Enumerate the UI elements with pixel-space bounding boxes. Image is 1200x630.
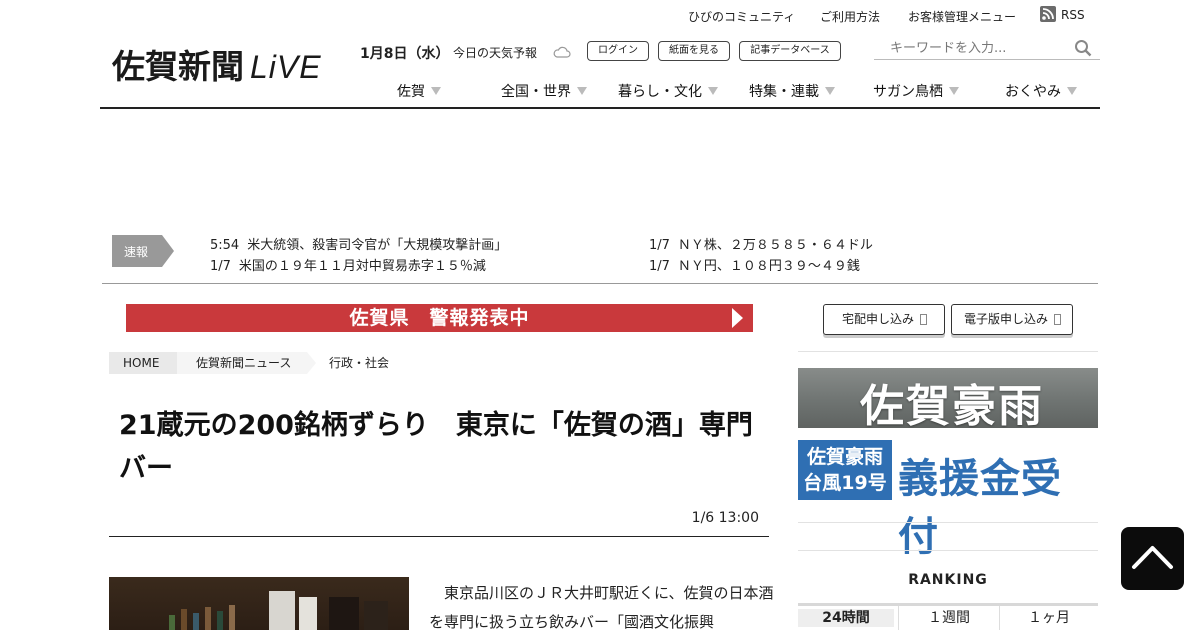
nav-label: 佐賀: [397, 84, 425, 100]
utility-link-community[interactable]: ひびのコミュニティ: [688, 8, 795, 25]
search-box: [874, 36, 1100, 60]
view-paper-button[interactable]: 紙面を見る: [658, 41, 730, 61]
news-text: ＮＹ円、１０８円３９～４９銭: [677, 259, 860, 274]
external-icon: [920, 314, 927, 325]
news-time: 5:54: [210, 238, 240, 253]
logo-text-live: LiVE: [250, 49, 322, 85]
alert-text: 佐賀県 警報発表中: [349, 307, 530, 329]
site-logo[interactable]: 佐賀新聞 LiVE: [112, 44, 322, 86]
headline-divider: [109, 536, 769, 537]
saga-heavy-rain-banner[interactable]: 佐賀豪雨: [798, 368, 1098, 428]
nav-divider: [100, 107, 1100, 109]
news-text: 米国の１９年１１月対中貿易赤字１５％減: [238, 259, 486, 274]
chevron-down-icon: [825, 87, 835, 95]
nav-item-world[interactable]: 全国・世界: [501, 81, 587, 101]
breaking-news-item[interactable]: 1/7 米国の１９年１１月対中貿易赤字１５％減: [210, 255, 486, 274]
nav-item-sagan-tosu[interactable]: サガン鳥栖: [873, 81, 959, 101]
chevron-down-icon: [577, 87, 587, 95]
donation-banner-text: 義援金受付: [898, 455, 1062, 560]
chevron-down-icon: [431, 87, 441, 95]
breaking-news-item[interactable]: 1/7 ＮＹ株、２万８５８５・６４ドル: [649, 234, 873, 253]
news-text: ＮＹ株、２万８５８５・６４ドル: [677, 238, 873, 253]
digital-subscribe-label: 電子版申し込み: [964, 312, 1049, 326]
breadcrumb-current: 行政・社会: [329, 356, 390, 370]
arrow-right-icon: [732, 308, 743, 328]
sidebar-divider: [798, 522, 1098, 523]
news-time: 1/7: [649, 259, 670, 274]
article-database-button[interactable]: 記事データベース: [739, 41, 841, 61]
news-time: 1/7: [210, 259, 231, 274]
sidebar-divider: [798, 351, 1098, 352]
current-date: 1月8日（水）: [360, 46, 450, 62]
nav-label: 全国・世界: [501, 84, 571, 100]
article-date: 1/6 13:00: [691, 510, 759, 526]
back-to-top-button[interactable]: [1121, 527, 1184, 590]
weather-link[interactable]: 今日の天気予報: [453, 44, 537, 61]
nav-item-culture[interactable]: 暮らし・文化: [618, 81, 718, 101]
external-icon: [1054, 314, 1061, 325]
nav-item-saga[interactable]: 佐賀: [397, 81, 441, 101]
nav-item-obituary[interactable]: おくやみ: [1005, 81, 1077, 101]
article-photo[interactable]: [109, 577, 409, 630]
breadcrumb-home[interactable]: HOME: [109, 352, 177, 374]
donation-label-line: 佐賀豪雨: [806, 446, 883, 468]
article-body: 東京品川区のＪＲ大井町駅近くに、佐賀の日本酒を専門に扱う立ち飲みバー「國酒文化振…: [429, 584, 774, 630]
weather-alert-banner[interactable]: 佐賀県 警報発表中: [126, 304, 753, 332]
banner-rain-text: 佐賀豪雨: [860, 381, 1044, 428]
ranking-divider: [798, 603, 1098, 606]
donation-label-line: 台風19号: [803, 472, 887, 494]
utility-link-account[interactable]: お客様管理メニュー: [908, 8, 1016, 25]
breaking-news-item[interactable]: 5:54 米大統領、殺害司令官が「大規模攻撃計画」: [210, 234, 507, 253]
tab-ranking-week[interactable]: １週間: [899, 609, 999, 627]
chevron-up-icon: [1132, 546, 1173, 569]
cloud-icon: [553, 44, 571, 58]
ranking-title: RANKING: [908, 572, 988, 588]
logo-text-jp: 佐賀新聞: [112, 47, 244, 86]
news-time: 1/7: [649, 238, 670, 253]
nav-label: サガン鳥栖: [873, 84, 943, 100]
sidebar-divider: [798, 550, 1098, 551]
utility-link-howto[interactable]: ご利用方法: [820, 8, 880, 25]
nav-label: 暮らし・文化: [618, 84, 702, 100]
login-button[interactable]: ログイン: [587, 41, 649, 61]
search-icon[interactable]: [1074, 39, 1092, 57]
breadcrumb-separator: [307, 352, 316, 374]
donation-banner-label-box: 佐賀豪雨 台風19号: [798, 440, 892, 500]
delivery-subscribe-button[interactable]: 宅配申し込み: [823, 304, 945, 335]
chevron-down-icon: [1067, 87, 1077, 95]
rss-link[interactable]: RSS: [1061, 8, 1085, 22]
search-input[interactable]: [890, 38, 1070, 58]
digital-subscribe-button[interactable]: 電子版申し込み: [951, 304, 1073, 335]
rss-icon[interactable]: [1040, 6, 1056, 22]
chevron-down-icon: [708, 87, 718, 95]
article-headline: 21蔵元の200銘柄ずらり 東京に「佐賀の酒」専門バー: [119, 410, 753, 484]
breaking-news-divider: [102, 283, 1098, 284]
nav-item-features[interactable]: 特集・連載: [749, 81, 835, 101]
tab-ranking-month[interactable]: １ヶ月: [1000, 609, 1098, 627]
news-text: 米大統領、殺害司令官が「大規模攻撃計画」: [247, 238, 508, 253]
tab-ranking-24h[interactable]: 24時間: [798, 609, 894, 627]
nav-label: 特集・連載: [749, 84, 819, 100]
breaking-news-badge: 速報: [112, 235, 174, 267]
breadcrumb-news[interactable]: 佐賀新聞ニュース: [177, 352, 307, 374]
donation-banner[interactable]: 佐賀豪雨 台風19号 義援金受付: [798, 440, 1098, 560]
breaking-news-label: 速報: [124, 245, 149, 259]
breaking-news-item[interactable]: 1/7 ＮＹ円、１０８円３９～４９銭: [649, 255, 860, 274]
nav-label: おくやみ: [1005, 84, 1061, 100]
delivery-subscribe-label: 宅配申し込み: [842, 312, 915, 326]
chevron-down-icon: [949, 87, 959, 95]
